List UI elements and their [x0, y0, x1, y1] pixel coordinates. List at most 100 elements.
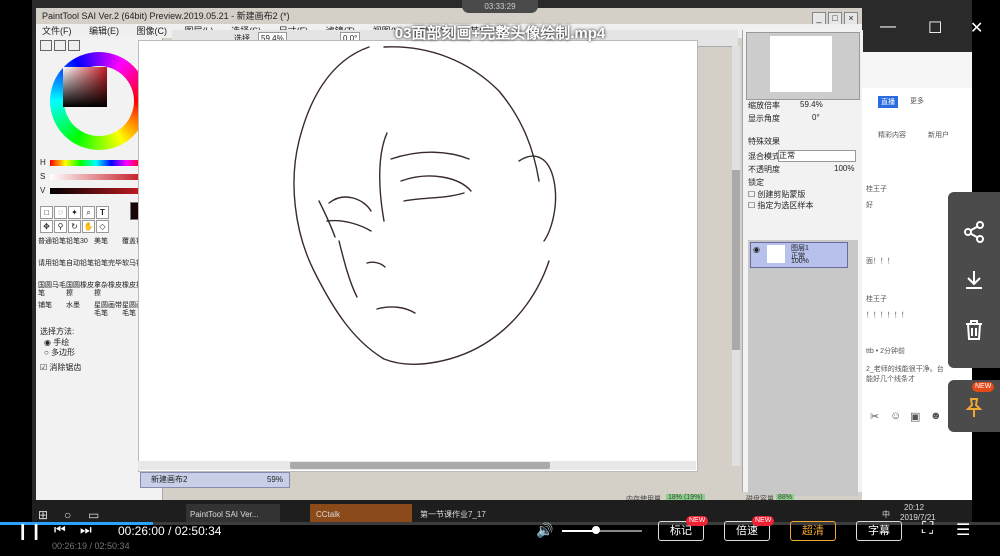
trash-icon[interactable]: [962, 318, 986, 342]
image-icon[interactable]: ▣: [910, 410, 920, 423]
fullscreen-icon[interactable]: ⛶: [922, 520, 933, 538]
saturation-value-square[interactable]: [63, 67, 107, 107]
select-opt-polygon-label: 多边形: [51, 348, 76, 357]
ghost-time: 00:26:19 / 02:50:34: [52, 541, 130, 551]
brush-4[interactable]: 请用铅笔: [38, 260, 66, 268]
taskbar-app-sai-label: PaintTool SAI Ver...: [190, 510, 259, 519]
s-label: S: [40, 172, 46, 181]
chat-msg-3: 桂王子: [866, 296, 887, 303]
opacity-label: 不透明度: [748, 165, 780, 174]
next-icon[interactable]: ⏭: [80, 522, 92, 538]
rotate-icon[interactable]: ↻: [68, 220, 81, 233]
navigator-preview: [770, 36, 832, 92]
volume-icon[interactable]: 🔊: [536, 522, 553, 539]
canvas-tab-name: 新建画布2: [151, 475, 188, 484]
recorder-time: 03:33:29: [462, 0, 538, 13]
blend-select[interactable]: 正常: [778, 150, 856, 162]
eye-icon[interactable]: ◉: [753, 245, 760, 254]
quality-button[interactable]: 超清: [790, 521, 836, 541]
pin-icon[interactable]: [962, 396, 986, 420]
brush-2[interactable]: 美笔: [94, 238, 122, 246]
brush-1[interactable]: 铅笔30: [66, 238, 94, 246]
pause-icon[interactable]: ❙❙: [16, 521, 43, 541]
magic-wand-icon[interactable]: ✦: [68, 206, 81, 219]
prev-icon[interactable]: ⏮: [54, 522, 66, 538]
player-minimize-icon[interactable]: —: [880, 18, 896, 36]
brush-6[interactable]: 铅笔完毕: [94, 260, 122, 268]
face-sketch: [293, 46, 557, 365]
canvas-tab-zoom: 59%: [266, 475, 283, 484]
nav-angle-value: 0°: [812, 113, 820, 122]
layer-thumbnail: [767, 245, 785, 263]
rect-select-icon[interactable]: □: [40, 206, 53, 219]
nav-angle-label: 显示角度: [748, 114, 780, 123]
volume-knob[interactable]: [592, 526, 600, 534]
canvas-hscroll-thumb[interactable]: [290, 462, 550, 469]
download-icon[interactable]: [962, 268, 986, 292]
right-eye-lower: [403, 192, 465, 202]
player-maximize-icon[interactable]: ☐: [928, 18, 942, 38]
h-slider[interactable]: [50, 160, 142, 166]
brush-9[interactable]: 国圆橡皮擦: [66, 282, 94, 298]
lasso-icon[interactable]: ◌: [54, 206, 67, 219]
tab-live[interactable]: 直播: [878, 96, 898, 108]
tab-highlights[interactable]: 精彩内容: [878, 130, 906, 140]
clip-label: 创建剪贴蒙版: [757, 190, 806, 199]
subtitle-button[interactable]: 字幕: [856, 521, 902, 541]
sample-checkbox[interactable]: ☐ 指定为选区样本: [748, 200, 813, 211]
brush-10[interactable]: 拿杂橡皮擦: [94, 282, 122, 298]
tab-new-users[interactable]: 新用户: [928, 130, 949, 140]
antialias-label: 消除锯齿: [49, 363, 82, 372]
effects-label[interactable]: 特殊效果: [748, 136, 780, 147]
mouth: [376, 306, 416, 314]
select-opt-polygon[interactable]: ○ 多边形: [44, 347, 75, 358]
move-icon[interactable]: ✥: [40, 220, 53, 233]
time-display: 00:26:00 / 02:50:34: [118, 524, 221, 538]
brush-5[interactable]: 自动铅笔: [66, 260, 94, 268]
eraser-tool-icon[interactable]: ◇: [96, 220, 109, 233]
select-opt-freehand-label: 手绘: [53, 338, 70, 347]
layer-list: [748, 240, 858, 496]
nav-zoom-label: 缩放倍率: [748, 101, 780, 110]
current-time: 00:26:00: [118, 524, 165, 538]
canvas-vscroll-thumb[interactable]: [732, 170, 740, 350]
emoji-icon[interactable]: ☺: [890, 410, 901, 422]
v-slider[interactable]: [50, 188, 142, 194]
brush-12[interactable]: 铺笔: [38, 302, 66, 310]
chat-msg-0: 桂王子: [866, 186, 887, 193]
zoom-icon[interactable]: ⚲: [54, 220, 67, 233]
scissors-icon[interactable]: ✂: [870, 410, 879, 423]
playlist-icon[interactable]: ☰: [956, 520, 970, 540]
brush-8[interactable]: 国圆马毛笔: [38, 282, 66, 298]
total-time: 02:50:34: [174, 524, 222, 538]
time-separator: /: [168, 524, 172, 538]
smile-icon[interactable]: ☻: [930, 410, 942, 422]
blend-value: 正常: [779, 151, 795, 160]
left-eye-upper: [328, 196, 372, 212]
share-icon[interactable]: [962, 220, 986, 244]
blend-label: 混合模式: [748, 152, 780, 161]
pin-new-badge: NEW: [972, 382, 995, 392]
head-top: [383, 46, 540, 182]
chat-msg-2: 面！！！: [866, 258, 894, 265]
opacity-value: 100%: [834, 164, 855, 173]
brush-13[interactable]: 水墨: [66, 302, 94, 310]
tab-more[interactable]: 更多: [910, 96, 924, 106]
taskbar-app-cctalk-label: CCtalk: [316, 510, 341, 519]
left-eye-lower: [326, 219, 372, 232]
chat-msg-7: 能好几个线条才: [866, 376, 915, 383]
chat-header: [862, 52, 972, 88]
canvas-tab[interactable]: 新建画布2 59%: [140, 472, 290, 488]
brush-14[interactable]: 星圆画带毛笔: [94, 302, 122, 318]
antialias-checkbox[interactable]: ☑ 消除锯齿: [40, 362, 81, 373]
text-tool-icon[interactable]: T: [96, 206, 109, 219]
hand-icon[interactable]: ✋: [82, 220, 95, 233]
s-slider[interactable]: [50, 174, 142, 180]
clip-checkbox[interactable]: ☐ 创建剪贴蒙版: [748, 189, 805, 200]
mark-new-badge: NEW: [686, 516, 709, 526]
drawing-canvas[interactable]: [138, 40, 698, 472]
eyedropper-icon[interactable]: ⌕: [82, 206, 95, 219]
player-close-icon[interactable]: ✕: [970, 18, 983, 38]
brush-0[interactable]: 普通铅笔: [38, 238, 66, 246]
layer-item[interactable]: ◉ 图层1 正常 100%: [750, 242, 848, 268]
